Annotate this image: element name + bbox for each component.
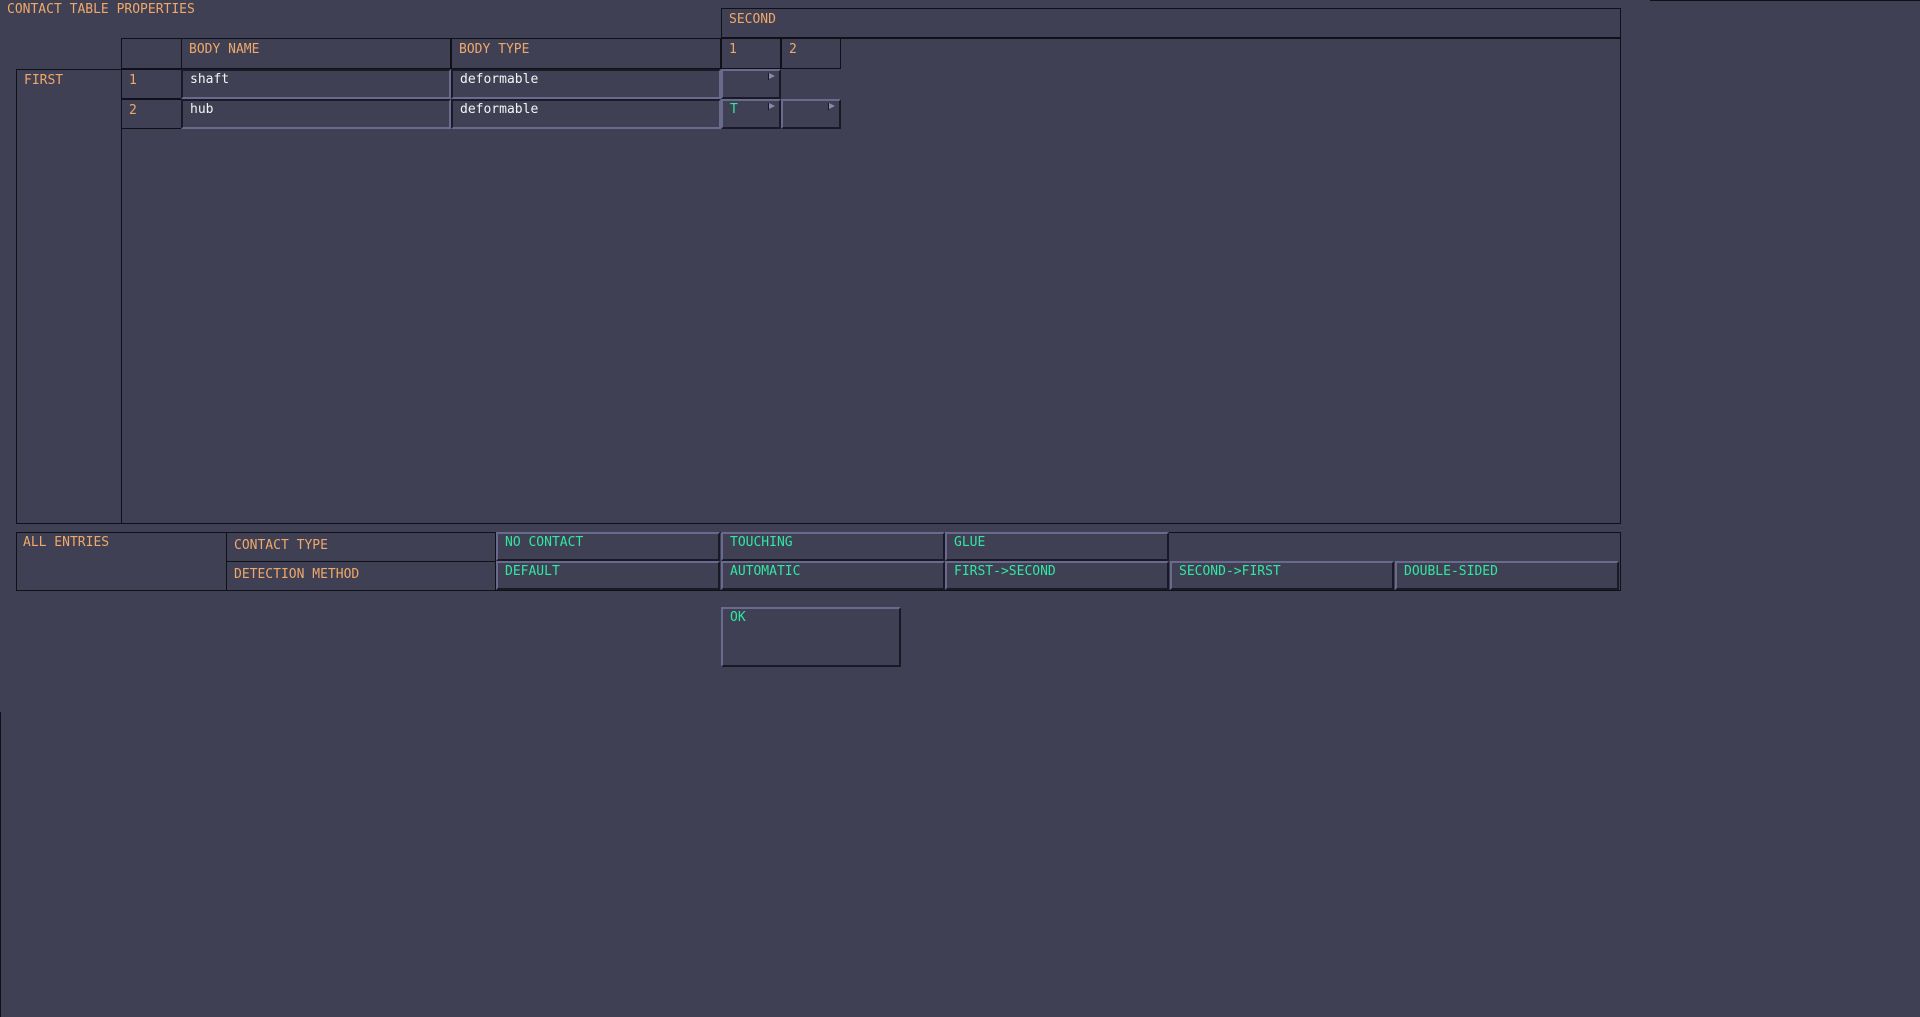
ok-button[interactable]: OK bbox=[721, 607, 901, 667]
contact-type-glue-button[interactable]: GLUE bbox=[945, 532, 1169, 561]
contact-cell-2-1[interactable]: T bbox=[721, 99, 781, 129]
contact-cell-1-1[interactable] bbox=[721, 69, 781, 99]
contact-cell-value: T bbox=[730, 102, 738, 117]
detection-second-to-first-button[interactable]: SECOND->FIRST bbox=[1170, 561, 1394, 590]
detection-default-button[interactable]: DEFAULT bbox=[496, 561, 720, 590]
column-header-second-1: 1 bbox=[721, 38, 781, 69]
body-type-field-1[interactable]: deformable bbox=[451, 69, 721, 99]
corner-header bbox=[121, 38, 182, 69]
flag-icon bbox=[768, 103, 776, 110]
body-type-field-2[interactable]: deformable bbox=[451, 99, 721, 129]
window-edge-line-left bbox=[0, 712, 1, 1017]
detection-automatic-button[interactable]: AUTOMATIC bbox=[721, 561, 945, 590]
detection-first-to-second-button[interactable]: FIRST->SECOND bbox=[945, 561, 1169, 590]
body-name-field-1[interactable]: shaft bbox=[181, 69, 451, 99]
contact-type-no-contact-button[interactable]: NO CONTACT bbox=[496, 532, 720, 561]
flag-icon bbox=[768, 73, 776, 80]
row-index-2: 2 bbox=[121, 99, 182, 129]
second-header: SECOND bbox=[721, 8, 1621, 38]
contact-type-touching-button[interactable]: TOUCHING bbox=[721, 532, 945, 561]
contact-type-label: CONTACT TYPE bbox=[226, 532, 496, 562]
detection-double-sided-button[interactable]: DOUBLE-SIDED bbox=[1395, 561, 1619, 590]
window-edge-line bbox=[1650, 0, 1920, 1]
column-header-body-type: BODY TYPE bbox=[451, 38, 721, 69]
row-index-1: 1 bbox=[121, 69, 182, 99]
column-header-second-2: 2 bbox=[781, 38, 841, 69]
dialog-title: CONTACT TABLE PROPERTIES bbox=[7, 2, 195, 17]
first-header: FIRST bbox=[16, 69, 122, 524]
column-header-body-name: BODY NAME bbox=[181, 38, 451, 69]
contact-cell-2-2[interactable] bbox=[781, 99, 841, 129]
flag-icon bbox=[828, 103, 836, 110]
all-entries-label: ALL ENTRIES bbox=[23, 535, 110, 550]
detection-method-label: DETECTION METHOD bbox=[226, 561, 496, 591]
body-name-field-2[interactable]: hub bbox=[181, 99, 451, 129]
